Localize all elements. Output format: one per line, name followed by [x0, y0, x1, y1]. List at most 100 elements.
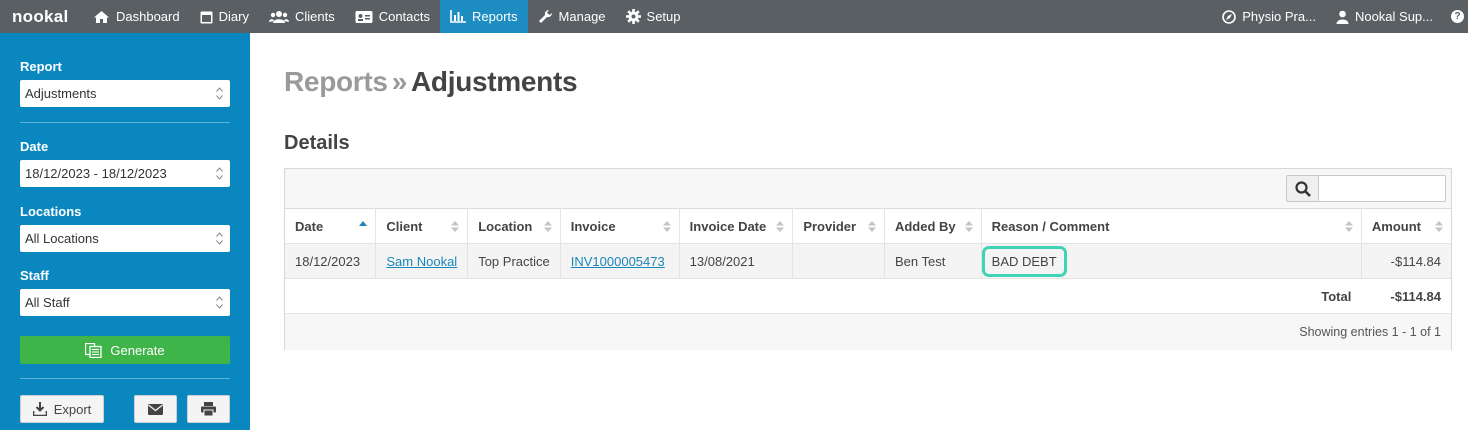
cell-added-by: Ben Test — [884, 243, 982, 279]
nav-manage[interactable]: Manage — [528, 0, 616, 33]
location-switcher[interactable]: Physio Pra... — [1212, 0, 1326, 33]
nav-contacts-label: Contacts — [378, 9, 431, 24]
sort-icon — [451, 221, 460, 232]
sort-ascending-icon — [359, 221, 368, 226]
printer-icon — [201, 402, 216, 416]
location-label: Physio Pra... — [1242, 9, 1316, 24]
select-arrows-icon — [216, 87, 223, 100]
nav-dashboard[interactable]: Dashboard — [83, 0, 190, 33]
nav-dashboard-label: Dashboard — [116, 9, 180, 24]
total-amount: -$114.84 — [1361, 278, 1451, 314]
col-header-label: Location — [478, 218, 533, 234]
select-arrows-icon — [216, 232, 223, 245]
email-button[interactable] — [134, 395, 177, 423]
sort-icon — [1344, 221, 1353, 232]
entries-info: Showing entries 1 - 1 of 1 — [285, 313, 1451, 350]
wrench-icon — [538, 9, 553, 24]
search-input[interactable] — [1318, 175, 1446, 202]
nav-clients[interactable]: Clients — [259, 0, 345, 33]
col-header-location[interactable]: Location — [467, 208, 561, 244]
locations-value: All Locations — [25, 231, 99, 246]
staff-select[interactable]: All Staff — [20, 289, 230, 316]
col-header-invoice-date[interactable]: Invoice Date — [679, 208, 794, 244]
date-range-select[interactable]: 18/12/2023 - 18/12/2023 — [20, 160, 230, 187]
locations-label: Locations — [20, 204, 82, 219]
top-nav: nookal Dashboard Diary Clients Contacts … — [0, 0, 1468, 33]
date-range-value: 18/12/2023 - 18/12/2023 — [25, 166, 167, 181]
col-header-amount[interactable]: Amount — [1361, 208, 1451, 244]
details-table-panel: Date Client Location Invoice Invoice Dat… — [284, 168, 1452, 350]
total-row: Total -$114.84 — [285, 278, 1451, 314]
breadcrumb-reports[interactable]: Reports — [284, 66, 388, 97]
col-header-provider[interactable]: Provider — [792, 208, 885, 244]
col-header-label: Date — [295, 218, 324, 234]
sidebar-divider — [20, 378, 230, 379]
sort-icon — [662, 221, 671, 232]
search-icon — [1294, 180, 1311, 197]
table-row: 18/12/2023 Sam Nookal Top Practice INV10… — [285, 243, 1451, 279]
clients-icon — [268, 10, 289, 24]
col-header-added-by[interactable]: Added By — [884, 208, 982, 244]
col-header-label: Client — [386, 218, 423, 234]
nookal-logo[interactable]: nookal — [0, 7, 83, 27]
col-header-invoice[interactable]: Invoice — [560, 208, 680, 244]
select-arrows-icon — [216, 296, 223, 309]
calendar-icon — [200, 10, 213, 24]
help-button[interactable]: ? — [1443, 0, 1468, 33]
nav-contacts[interactable]: Contacts — [345, 0, 440, 33]
col-header-label: Provider — [803, 218, 857, 234]
invoice-link[interactable]: INV1000005473 — [571, 254, 665, 269]
user-icon — [1336, 10, 1349, 24]
nav-reports-label: Reports — [472, 9, 518, 24]
table-footer-row: Showing entries 1 - 1 of 1 — [285, 313, 1451, 350]
col-header-label: Invoice Date — [689, 218, 767, 234]
sort-icon — [543, 221, 552, 232]
col-header-reason[interactable]: Reason / Comment — [981, 208, 1362, 244]
report-sidebar: Report Adjustments Date 18/12/2023 - 18/… — [0, 33, 250, 430]
cell-provider — [792, 243, 885, 279]
staff-value: All Staff — [25, 295, 70, 310]
bar-chart-icon — [450, 10, 467, 23]
search-button[interactable] — [1286, 175, 1318, 202]
table-header-row: Date Client Location Invoice Invoice Dat… — [285, 208, 1451, 244]
col-header-label: Invoice — [570, 218, 616, 234]
client-link[interactable]: Sam Nookal — [386, 254, 457, 269]
report-icon — [85, 342, 103, 358]
sidebar-divider — [20, 122, 230, 123]
sort-icon — [776, 221, 785, 232]
page-title: Reports» Adjustments — [284, 66, 578, 98]
user-menu[interactable]: Nookal Sup... — [1326, 0, 1443, 33]
generate-label: Generate — [110, 342, 165, 358]
col-header-client[interactable]: Client — [375, 208, 469, 244]
nav-clients-label: Clients — [294, 9, 335, 24]
nav-manage-label: Manage — [558, 9, 606, 24]
adjustments-table: Date Client Location Invoice Invoice Dat… — [285, 208, 1451, 350]
select-arrows-icon — [216, 167, 223, 180]
sort-icon — [964, 221, 973, 232]
help-icon: ? — [1451, 10, 1464, 23]
col-header-date[interactable]: Date — [285, 208, 377, 244]
contacts-icon — [355, 10, 373, 24]
sort-icon — [1435, 221, 1443, 232]
report-select[interactable]: Adjustments — [20, 80, 230, 107]
date-label: Date — [20, 139, 49, 154]
cell-amount: -$114.84 — [1361, 243, 1451, 279]
home-icon — [93, 10, 110, 24]
sort-icon — [867, 221, 876, 232]
generate-button[interactable]: Generate — [20, 336, 230, 364]
locations-select[interactable]: All Locations — [20, 225, 230, 252]
nav-diary[interactable]: Diary — [190, 0, 259, 33]
reason-highlight: BAD DEBT — [981, 245, 1067, 277]
export-button[interactable]: Export — [20, 395, 104, 423]
breadcrumb-separator: » — [391, 66, 408, 97]
nav-reports[interactable]: Reports — [440, 0, 528, 33]
nav-setup[interactable]: Setup — [616, 0, 691, 33]
print-button[interactable] — [187, 395, 230, 423]
cell-location: Top Practice — [467, 243, 561, 279]
nav-diary-label: Diary — [218, 9, 249, 24]
cell-reason: BAD DEBT — [981, 243, 1362, 279]
col-header-label: Amount — [1371, 218, 1421, 234]
col-header-label: Reason / Comment — [991, 218, 1110, 234]
report-select-value: Adjustments — [25, 86, 97, 101]
staff-label: Staff — [20, 268, 49, 283]
